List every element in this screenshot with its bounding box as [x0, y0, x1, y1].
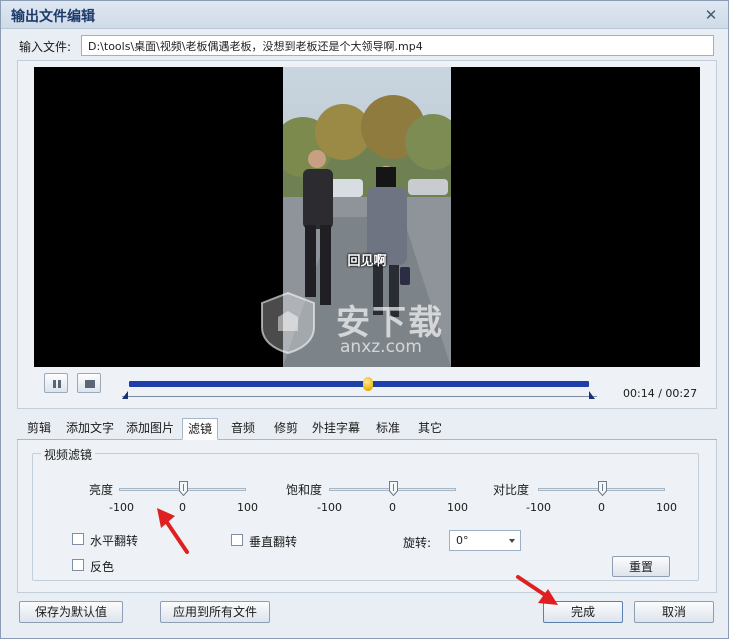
rotate-label: 旋转:	[403, 536, 432, 550]
timeline-base	[122, 393, 597, 397]
tab-add-image[interactable]: 添加图片	[121, 418, 179, 439]
contrast-mid: 0	[598, 501, 605, 514]
timeline-track[interactable]	[129, 381, 589, 387]
brightness-label: 亮度	[89, 483, 114, 497]
input-file-field[interactable]: D:\tools\桌面\视频\老板偶遇老板，没想到老板还是个大领导啊.mp4	[81, 35, 714, 56]
save-default-button[interactable]: 保存为默认值	[19, 601, 123, 623]
saturation-min: -100	[317, 501, 342, 514]
tab-clip[interactable]: 剪辑	[22, 418, 56, 439]
saturation-slider-thumb[interactable]	[389, 481, 398, 496]
annotation-arrow-icon	[157, 508, 189, 554]
tab-audio[interactable]: 音频	[226, 418, 260, 439]
video-caption: 回见啊	[347, 254, 387, 269]
saturation-max: 100	[447, 501, 468, 514]
window-title: 输出文件编辑	[11, 9, 95, 25]
cancel-button[interactable]: 取消	[634, 601, 714, 623]
reset-button[interactable]: 重置	[612, 556, 670, 577]
tab-trim[interactable]: 修剪	[269, 418, 303, 439]
shield-icon	[261, 291, 315, 355]
watermark: 安下载 anxz.com	[258, 289, 478, 359]
close-button[interactable]: ✕	[702, 6, 720, 24]
video-preview[interactable]: 回见啊 安下载 anxz.com	[34, 67, 700, 367]
trim-start-marker[interactable]	[122, 391, 128, 399]
tab-other[interactable]: 其它	[413, 418, 447, 439]
brightness-slider-thumb[interactable]	[179, 481, 188, 496]
tab-standard[interactable]: 标准	[371, 418, 405, 439]
contrast-max: 100	[656, 501, 677, 514]
chevron-down-icon	[509, 539, 515, 543]
pause-button[interactable]	[44, 373, 68, 393]
time-readout: 00:14 / 00:27	[623, 387, 698, 400]
rotate-select[interactable]: 0°	[449, 530, 521, 551]
tab-filter[interactable]: 滤镜	[182, 418, 219, 440]
tab-bar: 剪辑 添加文字 添加图片 滤镜 音频 修剪 外挂字幕 标准 其它	[17, 418, 717, 440]
invert-checkbox[interactable]	[72, 559, 84, 571]
trim-end-marker[interactable]	[589, 391, 595, 399]
tab-external-subtitle[interactable]: 外挂字幕	[307, 418, 365, 439]
apply-all-button[interactable]: 应用到所有文件	[160, 601, 270, 623]
hflip-checkbox[interactable]	[72, 533, 84, 545]
pause-icon	[53, 380, 61, 388]
stop-icon	[85, 380, 95, 388]
brightness-max: 100	[237, 501, 258, 514]
saturation-mid: 0	[389, 501, 396, 514]
timeline-thumb[interactable]	[363, 377, 374, 391]
contrast-label: 对比度	[493, 483, 530, 497]
dialog-window: 输出文件编辑 ✕ 输入文件: D:\tools\桌面\视频\老板偶遇老板，没想到…	[0, 0, 729, 639]
contrast-min: -100	[526, 501, 551, 514]
video-filter-group	[32, 453, 699, 581]
vflip-checkbox[interactable]	[231, 534, 243, 546]
rotate-value: 0°	[456, 534, 469, 547]
vflip-label: 垂直翻转	[249, 535, 298, 549]
saturation-label: 饱和度	[286, 483, 323, 497]
tab-add-text[interactable]: 添加文字	[61, 418, 119, 439]
watermark-subtext: anxz.com	[340, 337, 422, 357]
annotation-arrow-icon	[516, 575, 558, 605]
stop-button[interactable]	[77, 373, 101, 393]
invert-label: 反色	[90, 560, 115, 574]
input-file-label: 输入文件:	[19, 40, 72, 54]
contrast-slider-thumb[interactable]	[598, 481, 607, 496]
video-filter-group-title: 视频滤镜	[41, 446, 96, 463]
hflip-label: 水平翻转	[90, 534, 139, 548]
title-bar: 输出文件编辑 ✕	[1, 1, 728, 29]
brightness-min: -100	[109, 501, 134, 514]
